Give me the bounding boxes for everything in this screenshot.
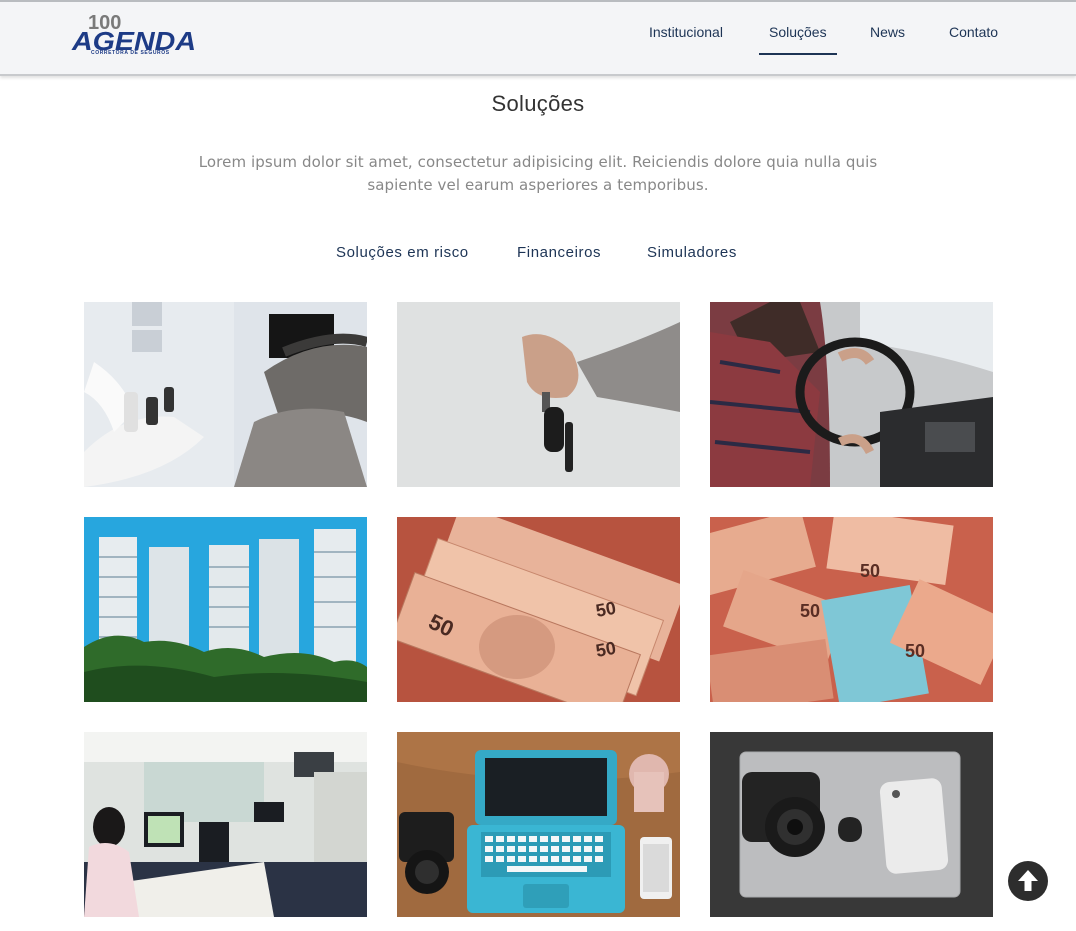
svg-text:50: 50	[594, 638, 617, 661]
gallery-item-banknotes-scattered[interactable]: 50 50 50	[710, 517, 993, 702]
logo-tagline: CORRETORA DE SEGUROS	[91, 50, 170, 56]
gallery-item-macbook-iphone-camera[interactable]	[710, 732, 993, 917]
laptop-camera-desk-image	[397, 732, 680, 917]
company-logo[interactable]: 100 AGENDA CORRETORA DE SEGUROS	[70, 12, 200, 56]
solutions-filter-bar: Soluções em risco Financeiros Simuladore…	[0, 244, 1076, 266]
arrow-up-icon	[1018, 870, 1038, 891]
nav-item-contato[interactable]: Contato	[949, 22, 998, 55]
car-key-image	[397, 302, 680, 487]
section-lead-text: Lorem ipsum dolor sit amet, consectetur …	[198, 153, 878, 194]
back-to-top-button[interactable]	[1008, 861, 1048, 901]
solutions-gallery: 50 50 50 50 50 50	[84, 302, 993, 917]
filter-financeiros[interactable]: Financeiros	[517, 244, 601, 261]
dental-office-image	[84, 302, 367, 487]
page-title: Soluções	[491, 91, 585, 116]
gallery-item-office-workers[interactable]	[84, 732, 367, 917]
banknotes-fan-image: 50 50 50	[397, 517, 680, 702]
gallery-item-buildings[interactable]	[84, 517, 367, 702]
macbook-iphone-camera-image	[710, 732, 993, 917]
gallery-item-laptop-camera-desk[interactable]	[397, 732, 680, 917]
filter-solucoes-em-risco[interactable]: Soluções em risco	[336, 244, 469, 261]
banknotes-scattered-image: 50 50 50	[710, 517, 993, 702]
driving-image	[710, 302, 993, 487]
svg-text:50: 50	[594, 598, 617, 621]
gallery-item-car-key[interactable]	[397, 302, 680, 487]
nav-item-solucoes[interactable]: Soluções	[759, 22, 837, 55]
buildings-image	[84, 517, 367, 702]
office-workers-image	[84, 732, 367, 917]
top-navbar: 100 AGENDA CORRETORA DE SEGUROS Instituc…	[0, 0, 1076, 76]
gallery-item-driving[interactable]	[710, 302, 993, 487]
gallery-item-banknotes-fan[interactable]: 50 50 50	[397, 517, 680, 702]
svg-text:50: 50	[800, 601, 820, 621]
gallery-item-dental-office[interactable]	[84, 302, 367, 487]
svg-text:50: 50	[905, 641, 925, 661]
nav-item-news[interactable]: News	[870, 22, 905, 55]
svg-text:50: 50	[860, 561, 880, 581]
filter-simuladores[interactable]: Simuladores	[647, 244, 737, 261]
nav-item-institucional[interactable]: Institucional	[649, 22, 723, 55]
